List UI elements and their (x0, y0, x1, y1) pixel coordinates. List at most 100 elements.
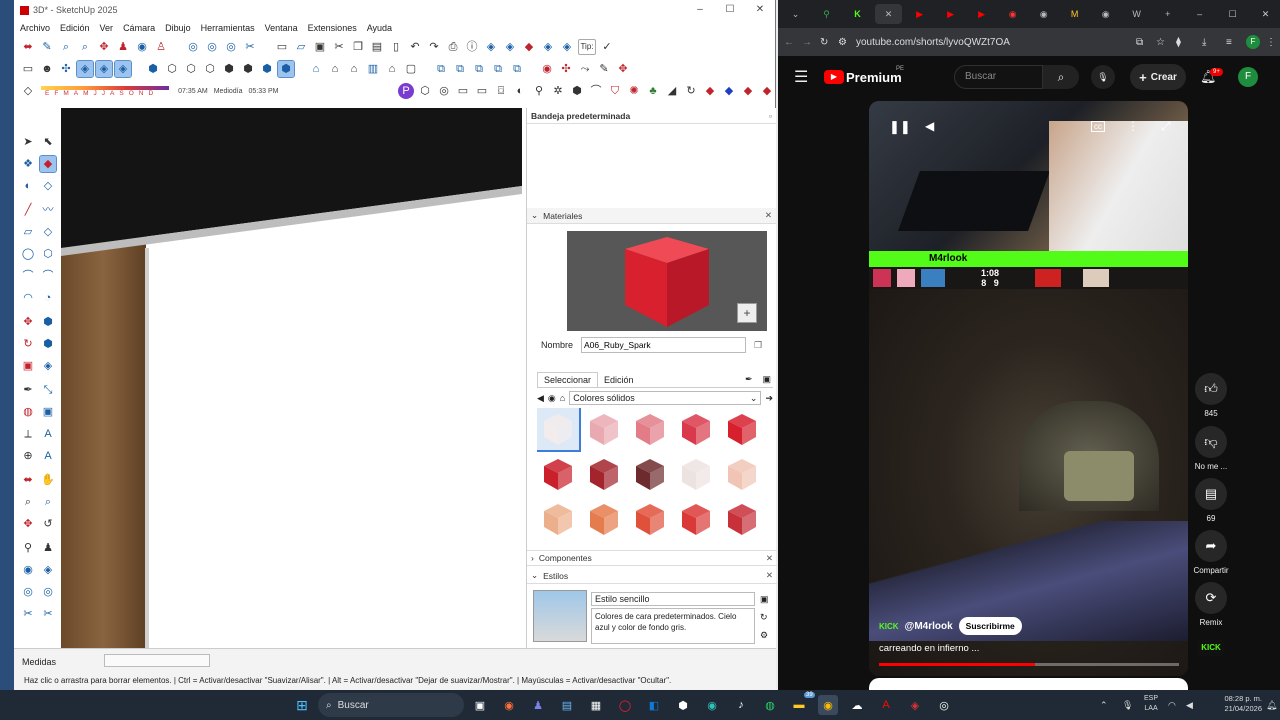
fullscreen-icon[interactable]: ⤢ (1161, 119, 1171, 134)
textured-icon[interactable]: ⬢ (259, 61, 275, 77)
volume-tray-icon[interactable]: ◀︎ (1186, 700, 1193, 711)
obs-icon[interactable]: ◎ (934, 695, 954, 715)
sketchup-taskbar-icon[interactable]: ◈ (905, 695, 925, 715)
whatsapp-icon[interactable]: ◍ (760, 695, 780, 715)
material-swatch[interactable] (629, 453, 671, 495)
iso-view-icon[interactable]: ⬢ (145, 61, 161, 77)
start-icon[interactable]: ⊞ (292, 695, 312, 715)
geolocation-icon[interactable]: ◈ (483, 39, 499, 55)
download-icon[interactable]: ⤓ (1202, 37, 1226, 48)
files-icon[interactable]: ▤ (557, 695, 577, 715)
dimension-icon[interactable]: ⤡ (40, 382, 56, 398)
volume-icon[interactable]: ◀︎ (925, 119, 934, 133)
polygon-icon[interactable]: ⬡ (40, 246, 56, 262)
section4-icon[interactable]: ✂ (20, 606, 36, 622)
arc3-icon[interactable]: ◠ (20, 290, 36, 306)
cut-icon[interactable]: ✂ (331, 39, 347, 55)
subscribe-button[interactable]: Suscribirme (958, 617, 1022, 635)
user-icon[interactable]: ☻ (39, 61, 55, 77)
home-icon[interactable]: ⌂ (560, 393, 565, 403)
outlook-icon[interactable]: ◧ (644, 695, 664, 715)
mic-icon[interactable]: 🎙︎ (1091, 65, 1115, 89)
redo-icon[interactable]: ↷ (426, 39, 442, 55)
month-2[interactable]: M (63, 90, 68, 97)
maximize-button[interactable]: ☐ (715, 0, 745, 20)
backedges-icon[interactable]: ◈ (95, 60, 113, 78)
right-view-icon[interactable]: ⬡ (202, 61, 218, 77)
circle-icon[interactable]: ◯ (20, 246, 36, 262)
split-icon[interactable]: ✎ (596, 61, 612, 77)
close-button[interactable]: ✕ (745, 0, 775, 20)
zoom-window-tool-icon[interactable]: ⌕ (40, 494, 56, 510)
pan-icon[interactable]: ✋ (40, 472, 56, 488)
wifi-icon[interactable]: ◠ (1168, 700, 1176, 711)
zoom-icon[interactable]: ⌕ (58, 39, 74, 55)
month-4[interactable]: M (83, 90, 88, 97)
shadow-icon[interactable]: ◇ (20, 83, 36, 99)
box-icon[interactable]: ▢ (403, 61, 419, 77)
monochrome-icon[interactable]: ⬢ (277, 60, 295, 78)
category-select[interactable]: Colores sólidos ⌄ (569, 391, 762, 405)
share-action[interactable]: ➦ Compartir (1188, 530, 1234, 575)
unlock-group-icon[interactable]: ⧉ (509, 61, 525, 77)
menu-ver[interactable]: Ver (100, 23, 114, 33)
month-selector[interactable]: EFMAMJJASOND (45, 90, 169, 97)
material-name-field[interactable] (581, 337, 747, 353)
zoom-extents-icon[interactable]: ✥ (96, 39, 112, 55)
detail-menu-icon[interactable]: ▣ (762, 374, 771, 385)
lock-group-icon[interactable]: ⧉ (490, 61, 506, 77)
label-icon[interactable]: A (40, 448, 56, 464)
material-swatch[interactable] (583, 453, 625, 495)
month-8[interactable]: S (119, 90, 123, 97)
material-swatch[interactable] (583, 408, 625, 450)
month-1[interactable]: F (54, 90, 58, 97)
tab-seleccionar[interactable]: Seleccionar (537, 372, 599, 387)
move-icon[interactable]: ✥ (20, 314, 36, 330)
style-name[interactable]: Estilo sencillo (591, 592, 755, 606)
box-render-icon[interactable]: ⬢ (569, 83, 585, 99)
front-elevation-icon[interactable]: ⌂ (308, 61, 324, 77)
explorer-icon[interactable]: ▬ (789, 695, 809, 715)
forward-icon[interactable]: ◉ (548, 393, 556, 404)
month-10[interactable]: N (139, 90, 144, 97)
time-slider[interactable]: 07:35 AM Mediodía 05:33 PM (178, 88, 395, 95)
paint-bucket-icon[interactable]: ❖ (20, 156, 36, 172)
line-icon[interactable]: ╱ (20, 202, 36, 218)
position-camera-icon[interactable]: ♙ (153, 39, 169, 55)
create-button[interactable]: + Crear (1130, 64, 1186, 90)
notifications-icon[interactable]: 🔔︎ (1266, 700, 1277, 711)
remix-action[interactable]: ⟳ Remix (1194, 582, 1228, 627)
paint-icon[interactable]: ✎ (39, 39, 55, 55)
tray-chevron-icon[interactable]: ⌃ (1100, 700, 1108, 711)
advanced-camera-icon[interactable]: ✂ (242, 39, 258, 55)
month-3[interactable]: A (74, 90, 78, 97)
shield-icon[interactable]: ⛉ (607, 83, 623, 99)
walk-icon[interactable]: ♟ (115, 39, 131, 55)
kick-sound-badge[interactable]: KICK (1198, 640, 1224, 656)
styles-header[interactable]: ⌄ Estilos ✕ (527, 568, 777, 584)
protractor-icon[interactable]: ◍ (20, 404, 36, 420)
lasso-icon[interactable]: ⬉ (40, 134, 56, 150)
close-browser[interactable]: ✕ (1251, 9, 1280, 20)
prev-view-icon[interactable]: ↺ (40, 516, 56, 532)
tab-wordpress[interactable]: W (1123, 4, 1150, 24)
taskbar-search[interactable]: ⌕ Buscar (318, 693, 464, 717)
video-icon[interactable]: ▭ (474, 83, 490, 99)
zoom-extents-tool-icon[interactable]: ✥ (20, 516, 36, 532)
forward-icon[interactable]: → (802, 37, 820, 48)
back-elevation-icon[interactable]: ⌂ (327, 61, 343, 77)
steam-icon[interactable]: ☁ (847, 695, 867, 715)
tape-measure-icon[interactable]: ✒ (20, 382, 36, 398)
section3-icon[interactable]: ◎ (40, 584, 56, 600)
outer-shell-icon[interactable]: ✥ (615, 61, 631, 77)
hamburger-icon[interactable]: ☰ (794, 67, 808, 87)
sweep-icon[interactable]: ↻ (683, 83, 699, 99)
acrobat-icon[interactable]: A (876, 695, 896, 715)
lightbulb-icon[interactable]: ✺ (626, 83, 642, 99)
bulb-icon[interactable]: ⚲ (531, 83, 547, 99)
material-swatch[interactable] (537, 408, 581, 452)
orbit-tool-icon[interactable]: ⬌ (20, 472, 36, 488)
material-swatch[interactable] (537, 453, 579, 495)
menu-ayuda[interactable]: Ayuda (367, 23, 392, 33)
tiktok-icon[interactable]: ♪ (731, 695, 751, 715)
